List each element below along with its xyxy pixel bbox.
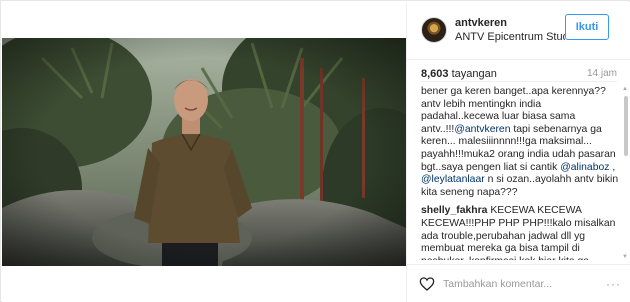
username-link[interactable]: antvkeren <box>455 17 507 29</box>
comment-list: bener ga keren banget..apa kerennya?? an… <box>421 86 621 260</box>
post-header: antvkeren ANTV Epicentrum Studi... Ikuti <box>407 2 630 60</box>
more-options-icon[interactable]: ··· <box>606 277 621 291</box>
scroll-thumb[interactable] <box>624 96 628 156</box>
media-pane <box>2 2 406 302</box>
mention-link[interactable]: @leylatanlaar <box>421 174 485 185</box>
video-frame <box>2 38 406 266</box>
comment-input[interactable] <box>443 275 611 293</box>
post-stats: 8,603 tayangan 14 jam <box>421 64 617 82</box>
view-count-number: 8,603 <box>421 68 449 80</box>
view-count-label: tayangan <box>451 68 497 80</box>
mention-link[interactable]: @antvkeren <box>454 124 510 135</box>
comment-text-1c: , <box>609 161 616 173</box>
comment-scrollbar[interactable]: ▲ ▼ <box>622 86 628 260</box>
view-count: 8,603 tayangan <box>421 68 497 80</box>
instagram-post-viewer: antvkeren ANTV Epicentrum Studi... Ikuti… <box>0 0 630 302</box>
comment-bar: ··· <box>407 264 630 302</box>
comment-author[interactable]: shelly_fakhra <box>421 205 487 216</box>
mention-link[interactable]: @alinaboz <box>560 162 609 173</box>
scroll-down-arrow-icon[interactable]: ▼ <box>622 254 628 260</box>
follow-button[interactable]: Ikuti <box>565 14 609 40</box>
comment-item: shelly_fakhra KECEWA KECEWA KECEWA!!!PHP… <box>421 205 621 260</box>
post-sidebar: antvkeren ANTV Epicentrum Studi... Ikuti… <box>406 2 630 302</box>
avatar[interactable] <box>421 17 447 43</box>
post-timestamp[interactable]: 14 jam <box>587 68 617 79</box>
scroll-up-arrow-icon[interactable]: ▲ <box>622 86 628 92</box>
comment-item: bener ga keren banget..apa kerennya?? an… <box>421 86 621 199</box>
avatar-image <box>425 21 443 39</box>
heart-outline-icon[interactable] <box>419 276 435 292</box>
location-link[interactable]: ANTV Epicentrum Studi... <box>455 31 565 43</box>
video-player[interactable] <box>2 38 406 266</box>
